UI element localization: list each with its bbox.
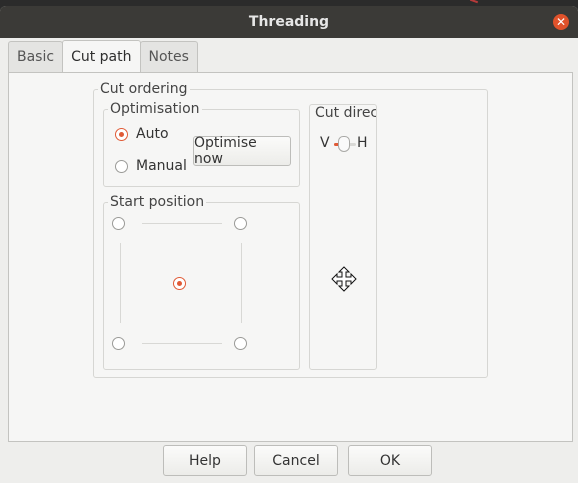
cut-direction-label: Cut direct [315, 105, 377, 121]
start-top-right-radio[interactable] [234, 217, 247, 230]
close-button[interactable]: ✕ [553, 14, 569, 30]
button-bar: Help Cancel OK [0, 442, 578, 483]
start-position-top-line [142, 223, 222, 224]
tab-bar: Basic Cut path Notes [8, 40, 198, 73]
cut-path-panel: Cut ordering Optimisation Auto Manual Op… [8, 72, 573, 442]
auto-label: Auto [136, 126, 169, 142]
manual-label: Manual [136, 158, 187, 174]
manual-radio[interactable] [115, 160, 128, 173]
window-title: Threading [248, 14, 330, 30]
start-position-frame: Start position [103, 194, 300, 370]
cut-direction-frame: Cut direct V H [309, 104, 377, 370]
start-center-radio[interactable] [173, 277, 186, 290]
start-position-left-line [120, 243, 121, 323]
optimisation-label: Optimisation [108, 101, 202, 117]
tab-basic[interactable]: Basic [8, 41, 64, 72]
direction-slider[interactable] [334, 135, 356, 155]
cancel-button[interactable]: Cancel [254, 445, 338, 476]
start-position-label: Start position [108, 194, 207, 210]
tab-notes[interactable]: Notes [139, 41, 198, 72]
ok-button[interactable]: OK [348, 445, 432, 476]
start-position-bottom-line [142, 343, 222, 344]
close-icon: ✕ [555, 15, 567, 29]
help-button[interactable]: Help [163, 445, 247, 476]
start-bottom-right-radio[interactable] [234, 337, 247, 350]
v-label: V [320, 135, 330, 151]
start-bottom-left-radio[interactable] [112, 337, 125, 350]
title-bar: Threading ✕ [0, 6, 578, 38]
move-cursor-icon [331, 266, 357, 292]
h-label: H [357, 135, 368, 151]
optimise-now-button[interactable]: Optimise now [193, 135, 291, 167]
cut-ordering-frame: Cut ordering Optimisation Auto Manual Op… [93, 81, 488, 378]
slider-handle[interactable] [338, 136, 350, 152]
cut-ordering-label: Cut ordering [98, 81, 190, 97]
auto-radio[interactable] [115, 128, 128, 141]
optimisation-frame: Optimisation Auto Manual Optimise now [103, 101, 300, 187]
start-top-left-radio[interactable] [112, 217, 125, 230]
background-line [469, 0, 479, 4]
tab-cut-path[interactable]: Cut path [62, 40, 141, 73]
threading-dialog: Threading ✕ Basic Cut path Notes Cut ord… [0, 6, 578, 483]
start-position-right-line [241, 243, 242, 323]
